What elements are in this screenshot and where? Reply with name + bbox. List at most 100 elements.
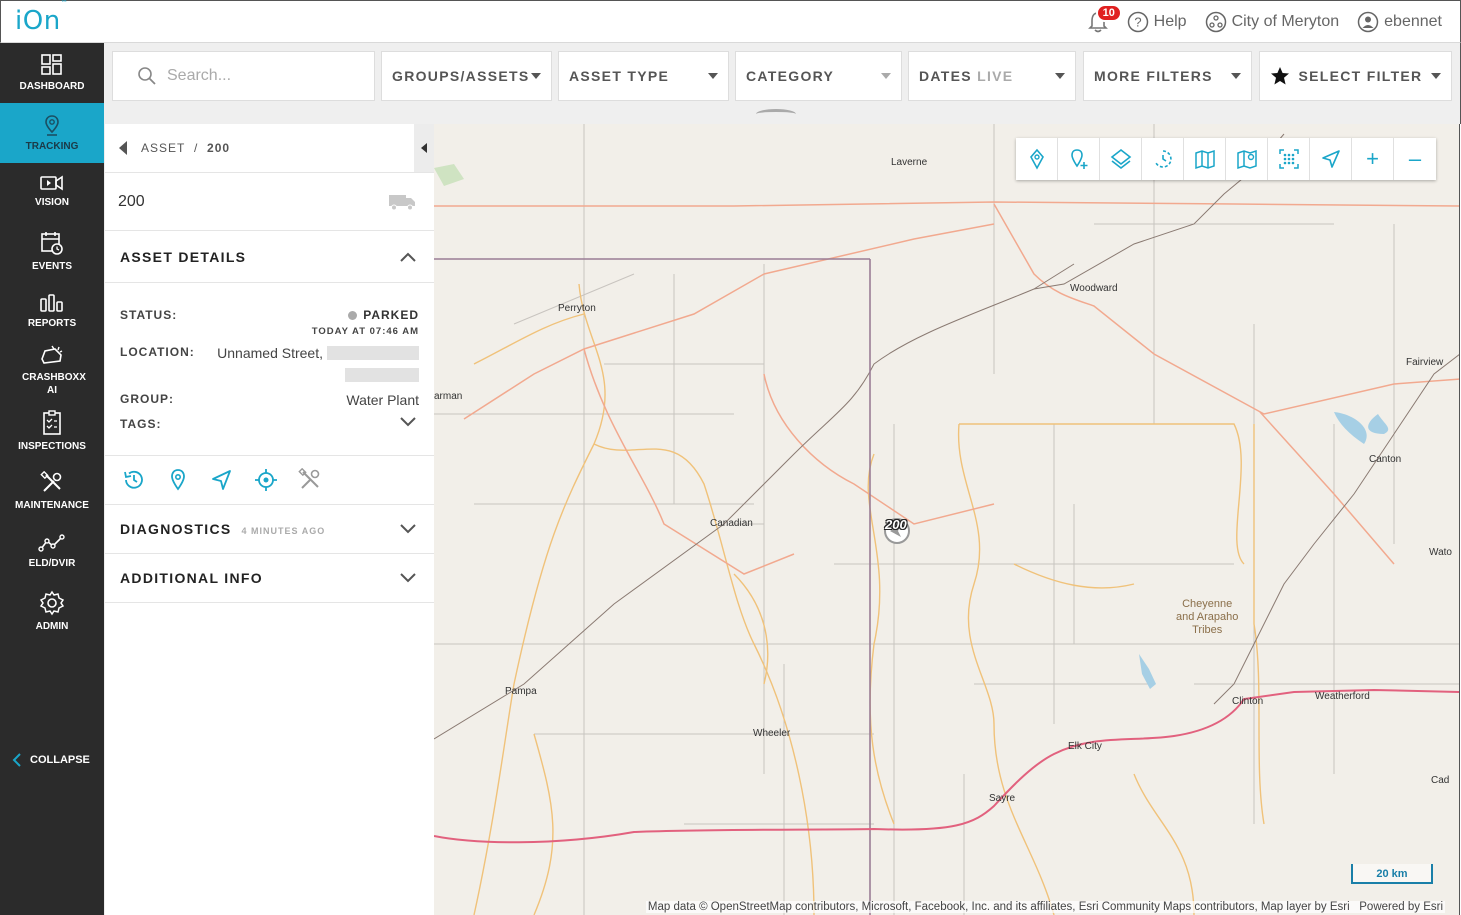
asset-details-header[interactable]: ASSET DETAILS: [105, 231, 434, 283]
filter-label: DATES LIVE: [919, 68, 1014, 84]
filter-label: CATEGORY: [746, 68, 835, 84]
breadcrumb-current: 200: [207, 141, 231, 155]
asset-name: 200: [118, 192, 145, 210]
panel-collapse-button[interactable]: [414, 124, 434, 172]
chevron-down-icon: [400, 417, 416, 427]
map-place-label: Canton: [1369, 454, 1402, 465]
calendar-clock-icon: [41, 231, 63, 255]
sidebar-item-admin[interactable]: ADMIN: [0, 581, 104, 641]
caret-down-icon: [708, 73, 718, 79]
help-label: Help: [1153, 13, 1187, 30]
location-pin-icon[interactable]: [166, 468, 190, 492]
asset-type-dropdown[interactable]: ASSET TYPE: [558, 51, 729, 101]
collapse-button[interactable]: COLLAPSE: [12, 753, 90, 767]
sidebar-item-maintenance[interactable]: MAINTENANCE: [0, 461, 104, 521]
sidebar-item-eld-dvir[interactable]: ELD/DVIR: [0, 521, 104, 581]
map-tool-navigate[interactable]: [1310, 138, 1352, 180]
location-row: LOCATION: Unnamed Street,: [120, 345, 419, 361]
map-place-label: Laverne: [891, 157, 928, 168]
chevron-down-icon: [400, 524, 416, 534]
map-tool-history[interactable]: [1142, 138, 1184, 180]
user-icon: [1357, 11, 1379, 33]
additional-info-header[interactable]: ADDITIONAL INFO: [105, 554, 434, 603]
dates-dropdown[interactable]: DATES LIVE: [908, 51, 1076, 101]
map-tool-location[interactable]: [1016, 138, 1058, 180]
asset-marker-label: 200: [885, 517, 907, 532]
map-pin-icon: [1236, 149, 1257, 170]
organization-icon: [1205, 11, 1226, 33]
groups-assets-dropdown[interactable]: GROUPS/ASSETS: [381, 51, 552, 101]
map-place-label: Woodward: [1070, 283, 1118, 294]
map-place-label: Canadian: [710, 518, 753, 529]
sidebar-item-events[interactable]: EVENTS: [0, 221, 104, 281]
zoom-in-button[interactable]: +: [1352, 138, 1394, 180]
user-menu[interactable]: ebennet: [1357, 11, 1442, 33]
navigate-icon[interactable]: [210, 468, 234, 492]
notifications-button[interactable]: 10: [1087, 4, 1122, 34]
sidebar-item-tracking[interactable]: TRACKING: [0, 103, 104, 163]
group-value: Water Plant: [346, 392, 419, 408]
sidebar-item-crashboxx-ai[interactable]: CRASHBOXX AI: [0, 341, 104, 401]
map-place-label: Clinton: [1232, 696, 1264, 707]
cluster-icon: [1278, 149, 1299, 169]
filter-label: MORE FILTERS: [1094, 68, 1213, 84]
filter-label: ASSET TYPE: [569, 68, 670, 84]
map-tool-map-type[interactable]: [1184, 138, 1226, 180]
tools-icon: [40, 470, 62, 492]
map-scale-bar: 20 km: [1351, 864, 1433, 884]
app-logo[interactable]: iOn™: [15, 0, 68, 36]
sidebar-label: CRASHBOXX AI: [22, 372, 86, 396]
location-pin-icon: [1029, 148, 1044, 170]
more-filters-dropdown[interactable]: MORE FILTERS: [1083, 51, 1252, 101]
sidebar-item-inspections[interactable]: INSPECTIONS: [0, 401, 104, 461]
sidebar-item-dashboard[interactable]: DASHBOARD: [0, 43, 104, 103]
plus-icon: +: [1366, 146, 1379, 171]
map-tool-map-pin[interactable]: [1226, 138, 1268, 180]
status-badge: PARKED: [348, 308, 419, 322]
select-filter-dropdown[interactable]: SELECT FILTER: [1259, 51, 1452, 101]
map-attribution: Map data © OpenStreetMap contributors, M…: [645, 901, 1445, 913]
org-switcher[interactable]: City of Meryton: [1205, 11, 1339, 33]
redacted-text: [345, 368, 419, 382]
back-arrow-icon[interactable]: [119, 141, 127, 155]
help-link[interactable]: ? Help: [1127, 11, 1187, 33]
category-dropdown[interactable]: CATEGORY: [735, 51, 902, 101]
map-tool-layers[interactable]: [1100, 138, 1142, 180]
map-view[interactable]: Laverne Woodward Perryton Fairview arman…: [434, 124, 1460, 915]
tags-row[interactable]: TAGS:: [120, 417, 419, 431]
filter-bar-collapse-handle[interactable]: [756, 109, 796, 119]
sidebar-label: MAINTENANCE: [15, 499, 89, 511]
search-input[interactable]: Search...: [112, 51, 375, 101]
search-placeholder: Search...: [167, 67, 232, 84]
tracking-icon: [45, 114, 59, 136]
map-place-label: Wato: [1429, 547, 1452, 558]
map-place-label: Cad: [1431, 775, 1450, 786]
top-right-menu: 10 ? Help City of Meryton ebennet: [1087, 4, 1442, 34]
map-tool-cluster[interactable]: [1268, 138, 1310, 180]
asset-details-title: ASSET DETAILS: [120, 248, 247, 265]
diagnostics-header[interactable]: DIAGNOSTICS 4 MINUTES AGO: [105, 505, 434, 554]
route-icon: [38, 533, 65, 552]
sidebar-item-vision[interactable]: VISION: [0, 161, 104, 221]
sidebar-label: TRACKING: [25, 140, 79, 152]
sidebar-label: INSPECTIONS: [18, 440, 86, 452]
redacted-text: [327, 346, 419, 360]
add-pin-icon: [1070, 149, 1087, 169]
svg-text:?: ?: [1134, 15, 1141, 30]
caret-down-icon: [1430, 73, 1441, 79]
dashboard-icon: [41, 53, 62, 75]
asset-panel: ASSET / 200 200 ASSET DETAILS STATUS: PA…: [104, 124, 434, 915]
sidebar-item-reports[interactable]: REPORTS: [0, 281, 104, 341]
map-place-label: Perryton: [558, 303, 596, 314]
sidebar-label: ELD/DVIR: [28, 557, 76, 569]
history-icon[interactable]: [122, 468, 146, 492]
asset-header: 200: [105, 173, 434, 231]
powered-by-esri[interactable]: Powered by Esri: [1359, 901, 1443, 913]
breadcrumb-root[interactable]: ASSET: [141, 141, 185, 155]
maintenance-tools-icon[interactable]: [298, 468, 322, 492]
map-place-label: Pampa: [505, 686, 537, 697]
map-tool-add-place[interactable]: [1058, 138, 1100, 180]
locate-target-icon[interactable]: [254, 468, 278, 492]
map-place-label: arman: [434, 391, 463, 402]
zoom-out-button[interactable]: –: [1394, 138, 1436, 180]
